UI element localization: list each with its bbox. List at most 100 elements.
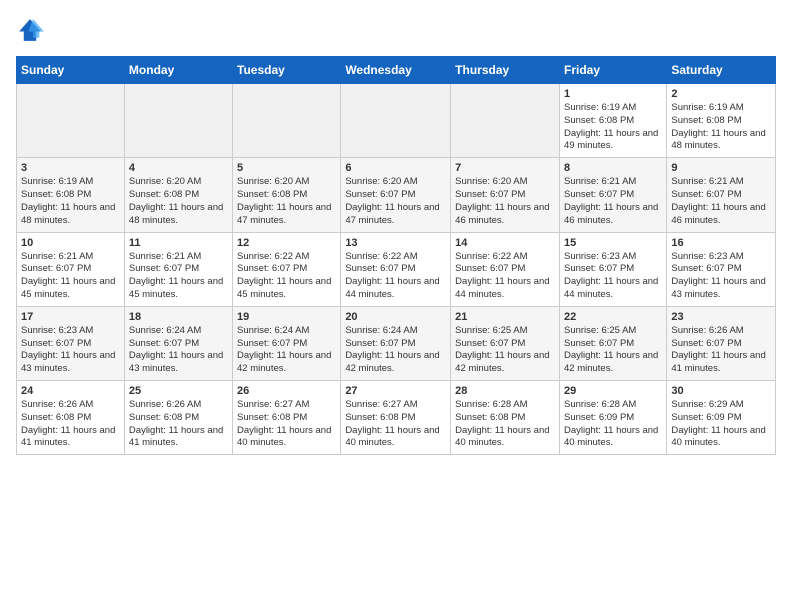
calendar-cell <box>451 84 560 158</box>
calendar-cell: 30 Sunrise: 6:29 AMSunset: 6:09 PMDayligh… <box>667 381 776 455</box>
day-info: Sunrise: 6:21 AMSunset: 6:07 PMDaylight:… <box>671 176 771 227</box>
calendar-cell: 8Sunrise: 6:21 AMSunset: 6:07 PMDaylight… <box>559 158 666 232</box>
day-number: 16 <box>671 237 771 249</box>
calendar-week-row: 24 Sunrise: 6:26 AMSunset: 6:08 PMDayligh… <box>17 381 776 455</box>
day-number: 11 <box>129 237 228 249</box>
calendar-cell: 2 Sunrise: 6:19 AMSunset: 6:08 PMDaylight… <box>667 84 776 158</box>
calendar-cell: 13 Sunrise: 6:22 AMSunset: 6:07 PMDayligh… <box>341 232 451 306</box>
calendar-cell: 4 Sunrise: 6:20 AMSunset: 6:08 PMDaylight… <box>124 158 232 232</box>
calendar-table: SundayMondayTuesdayWednesdayThursdayFrid… <box>16 56 776 455</box>
day-info: Sunrise: 6:23 AMSunset: 6:07 PMDaylight:… <box>21 325 120 376</box>
day-number: 28 <box>455 385 555 397</box>
calendar-cell: 28 Sunrise: 6:28 AMSunset: 6:08 PMDayligh… <box>451 381 560 455</box>
day-info: Sunrise: 6:22 AMSunset: 6:07 PMDaylight:… <box>237 251 336 302</box>
day-info: Sunrise: 6:24 AMSunset: 6:07 PMDaylight:… <box>237 325 336 376</box>
calendar-cell: 5 Sunrise: 6:20 AMSunset: 6:08 PMDaylight… <box>233 158 341 232</box>
day-number: 5 <box>237 162 336 174</box>
day-info: Sunrise: 6:20 AMSunset: 6:07 PMDaylight:… <box>455 176 555 227</box>
logo <box>16 16 48 44</box>
calendar-cell <box>124 84 232 158</box>
calendar-cell: 9 Sunrise: 6:21 AMSunset: 6:07 PMDaylight… <box>667 158 776 232</box>
weekday-header: Monday <box>124 57 232 84</box>
weekday-header: Sunday <box>17 57 125 84</box>
calendar-week-row: 17 Sunrise: 6:23 AMSunset: 6:07 PMDayligh… <box>17 306 776 380</box>
day-info: Sunrise: 6:21 AMSunset: 6:07 PMDaylight:… <box>129 251 228 302</box>
calendar-cell: 24 Sunrise: 6:26 AMSunset: 6:08 PMDayligh… <box>17 381 125 455</box>
calendar-cell: 12 Sunrise: 6:22 AMSunset: 6:07 PMDayligh… <box>233 232 341 306</box>
calendar-cell <box>341 84 451 158</box>
day-info: Sunrise: 6:20 AMSunset: 6:08 PMDaylight:… <box>129 176 228 227</box>
day-info: Sunrise: 6:24 AMSunset: 6:07 PMDaylight:… <box>345 325 446 376</box>
day-info: Sunrise: 6:20 AMSunset: 6:07 PMDaylight:… <box>345 176 446 227</box>
calendar-week-row: 1Sunrise: 6:19 AMSunset: 6:08 PMDaylight… <box>17 84 776 158</box>
day-info: Sunrise: 6:23 AMSunset: 6:07 PMDaylight:… <box>564 251 662 302</box>
day-number: 8 <box>564 162 662 174</box>
day-number: 19 <box>237 311 336 323</box>
day-number: 25 <box>129 385 228 397</box>
day-number: 29 <box>564 385 662 397</box>
day-info: Sunrise: 6:26 AMSunset: 6:08 PMDaylight:… <box>129 399 228 450</box>
calendar-cell: 18 Sunrise: 6:24 AMSunset: 6:07 PMDayligh… <box>124 306 232 380</box>
calendar-cell: 7 Sunrise: 6:20 AMSunset: 6:07 PMDaylight… <box>451 158 560 232</box>
calendar-cell: 10Sunrise: 6:21 AMSunset: 6:07 PMDayligh… <box>17 232 125 306</box>
day-number: 13 <box>345 237 446 249</box>
day-info: Sunrise: 6:28 AMSunset: 6:08 PMDaylight:… <box>455 399 555 450</box>
day-number: 27 <box>345 385 446 397</box>
day-number: 24 <box>21 385 120 397</box>
weekday-header: Friday <box>559 57 666 84</box>
calendar-cell <box>233 84 341 158</box>
weekday-header: Saturday <box>667 57 776 84</box>
day-number: 17 <box>21 311 120 323</box>
day-number: 20 <box>345 311 446 323</box>
calendar-cell: 15 Sunrise: 6:23 AMSunset: 6:07 PMDayligh… <box>559 232 666 306</box>
logo-icon <box>16 16 44 44</box>
day-info: Sunrise: 6:19 AMSunset: 6:08 PMDaylight:… <box>671 102 771 153</box>
day-number: 10 <box>21 237 120 249</box>
day-number: 30 <box>671 385 771 397</box>
page-header <box>16 16 776 44</box>
weekday-header: Tuesday <box>233 57 341 84</box>
weekday-header: Wednesday <box>341 57 451 84</box>
calendar-cell: 3 Sunrise: 6:19 AMSunset: 6:08 PMDaylight… <box>17 158 125 232</box>
day-info: Sunrise: 6:19 AMSunset: 6:08 PMDaylight:… <box>564 102 662 153</box>
day-info: Sunrise: 6:26 AMSunset: 6:07 PMDaylight:… <box>671 325 771 376</box>
calendar-cell: 22 Sunrise: 6:25 AMSunset: 6:07 PMDayligh… <box>559 306 666 380</box>
weekday-header: Thursday <box>451 57 560 84</box>
day-number: 3 <box>21 162 120 174</box>
day-number: 26 <box>237 385 336 397</box>
day-number: 15 <box>564 237 662 249</box>
day-number: 9 <box>671 162 771 174</box>
day-info: Sunrise: 6:26 AMSunset: 6:08 PMDaylight:… <box>21 399 120 450</box>
day-number: 2 <box>671 88 771 100</box>
day-number: 12 <box>237 237 336 249</box>
day-info: Sunrise: 6:29 AMSunset: 6:09 PMDaylight:… <box>671 399 771 450</box>
day-number: 22 <box>564 311 662 323</box>
calendar-week-row: 3 Sunrise: 6:19 AMSunset: 6:08 PMDaylight… <box>17 158 776 232</box>
day-info: Sunrise: 6:27 AMSunset: 6:08 PMDaylight:… <box>237 399 336 450</box>
day-number: 6 <box>345 162 446 174</box>
day-number: 23 <box>671 311 771 323</box>
day-info: Sunrise: 6:20 AMSunset: 6:08 PMDaylight:… <box>237 176 336 227</box>
day-info: Sunrise: 6:27 AMSunset: 6:08 PMDaylight:… <box>345 399 446 450</box>
calendar-cell: 23 Sunrise: 6:26 AMSunset: 6:07 PMDayligh… <box>667 306 776 380</box>
day-info: Sunrise: 6:24 AMSunset: 6:07 PMDaylight:… <box>129 325 228 376</box>
calendar-cell: 16Sunrise: 6:23 AMSunset: 6:07 PMDayligh… <box>667 232 776 306</box>
calendar-cell: 27 Sunrise: 6:27 AMSunset: 6:08 PMDayligh… <box>341 381 451 455</box>
calendar-cell: 29Sunrise: 6:28 AMSunset: 6:09 PMDayligh… <box>559 381 666 455</box>
calendar-cell: 19 Sunrise: 6:24 AMSunset: 6:07 PMDayligh… <box>233 306 341 380</box>
calendar-week-row: 10 Sunrise: 6:21 AMSunset: 6:07 PMDayligh… <box>17 232 776 306</box>
day-info: Sunrise: 6:19 AMSunset: 6:08 PMDaylight:… <box>21 176 120 227</box>
calendar-cell: 21Sunrise: 6:25 AMSunset: 6:07 PMDayligh… <box>451 306 560 380</box>
day-number: 14 <box>455 237 555 249</box>
calendar-cell: 25 Sunrise: 6:26 AMSunset: 6:08 PMDayligh… <box>124 381 232 455</box>
calendar-cell: 17 Sunrise: 6:23 AMSunset: 6:07 PMDayligh… <box>17 306 125 380</box>
day-number: 21 <box>455 311 555 323</box>
day-info: Sunrise: 6:22 AMSunset: 6:07 PMDaylight:… <box>345 251 446 302</box>
calendar-cell: 1Sunrise: 6:19 AMSunset: 6:08 PMDaylight… <box>559 84 666 158</box>
day-info: Sunrise: 6:22 AMSunset: 6:07 PMDaylight:… <box>455 251 555 302</box>
day-number: 4 <box>129 162 228 174</box>
day-number: 7 <box>455 162 555 174</box>
day-number: 18 <box>129 311 228 323</box>
calendar-cell: 14 Sunrise: 6:22 AMSunset: 6:07 PMDayligh… <box>451 232 560 306</box>
day-info: Sunrise: 6:25 AMSunset: 6:07 PMDaylight:… <box>564 325 662 376</box>
